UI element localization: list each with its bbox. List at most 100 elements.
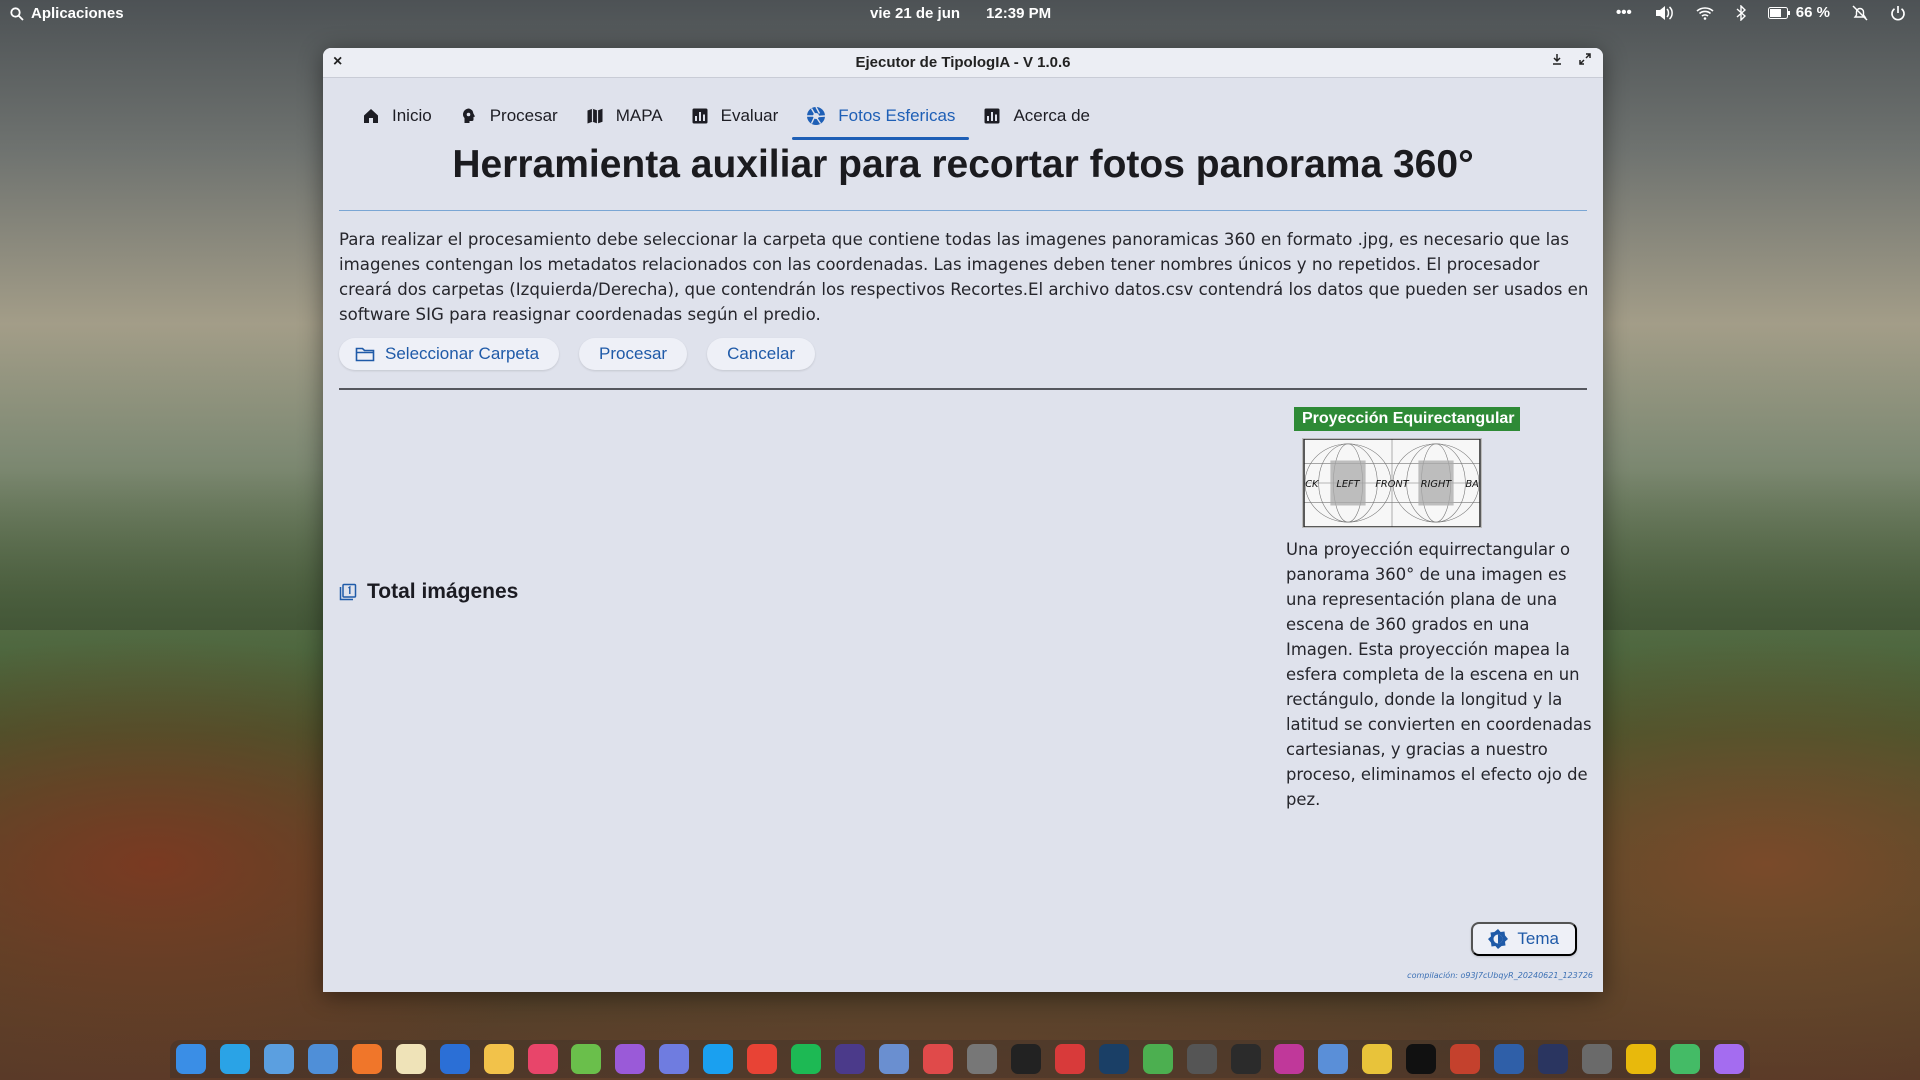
system-tray[interactable]: ••• 66 % bbox=[1616, 4, 1906, 21]
volume-icon[interactable] bbox=[1654, 5, 1674, 21]
page-title: Herramienta auxiliar para recortar fotos… bbox=[452, 143, 1474, 186]
power-icon[interactable] bbox=[1890, 5, 1906, 21]
dock-app-icon[interactable] bbox=[659, 1044, 690, 1074]
process-button[interactable]: Procesar bbox=[579, 338, 688, 370]
divider bbox=[339, 210, 1587, 211]
main-tabs: Inicio Procesar MAPA Evaluar Fotos Esfer… bbox=[348, 92, 1104, 140]
dock-app-icon[interactable] bbox=[835, 1044, 866, 1074]
tab-label: Procesar bbox=[489, 106, 558, 125]
brain-icon bbox=[462, 108, 475, 123]
total-images-label: Total imágenes bbox=[367, 580, 519, 603]
map-icon bbox=[587, 108, 603, 124]
instructions-text: Para realizar el procesamiento debe sele… bbox=[339, 230, 1589, 324]
dock-app-icon[interactable] bbox=[1054, 1044, 1085, 1074]
dock-app-icon[interactable] bbox=[703, 1044, 734, 1074]
proj-label-left: LEFT bbox=[1336, 479, 1360, 490]
aperture-icon bbox=[807, 106, 826, 125]
dock-app-icon[interactable] bbox=[1274, 1044, 1305, 1074]
theme-icon bbox=[1488, 929, 1509, 949]
tab-label: Inicio bbox=[392, 106, 432, 125]
dock-app-icon[interactable] bbox=[219, 1044, 250, 1074]
dock-app-icon[interactable] bbox=[1713, 1044, 1744, 1074]
battery-indicator[interactable]: 66 % bbox=[1767, 4, 1830, 21]
chart-icon bbox=[692, 108, 708, 124]
equirectangular-diagram: CK LEFT FRONT RIGHT BA bbox=[1302, 438, 1482, 528]
dock-app-icon[interactable] bbox=[1538, 1044, 1569, 1074]
tab-acerca-de[interactable]: Acerca de bbox=[969, 92, 1104, 140]
dock bbox=[170, 1040, 1750, 1078]
wifi-icon[interactable] bbox=[1696, 6, 1714, 20]
select-folder-label: Seleccionar Carpeta bbox=[385, 344, 540, 363]
dock-app-icon[interactable] bbox=[1098, 1044, 1129, 1074]
dock-app-icon[interactable] bbox=[1669, 1044, 1700, 1074]
maximize-icon[interactable] bbox=[1579, 53, 1591, 65]
dock-app-icon[interactable] bbox=[1625, 1044, 1656, 1074]
date-label: vie 21 de jun bbox=[870, 5, 961, 22]
app-window: × Ejecutor de TipologIA - V 1.0.6 Inicio… bbox=[323, 48, 1603, 992]
dock-app-icon[interactable] bbox=[791, 1044, 822, 1074]
dock-app-icon[interactable] bbox=[483, 1044, 514, 1074]
dock-app-icon[interactable] bbox=[307, 1044, 338, 1074]
dock-app-icon[interactable] bbox=[1494, 1044, 1525, 1074]
dock-app-icon[interactable] bbox=[879, 1044, 909, 1074]
build-label: compilación: o93J7cUbqyR_20240621_123726 bbox=[1407, 971, 1593, 980]
dock-app-icon[interactable] bbox=[966, 1044, 997, 1074]
window-titlebar[interactable]: × Ejecutor de TipologIA - V 1.0.6 bbox=[323, 48, 1603, 78]
dock-app-icon[interactable] bbox=[922, 1044, 953, 1074]
dock-app-icon[interactable] bbox=[439, 1044, 470, 1074]
tab-procesar[interactable]: Procesar bbox=[446, 92, 572, 140]
tab-evaluar[interactable]: Evaluar bbox=[677, 92, 793, 140]
dock-app-icon[interactable] bbox=[1582, 1044, 1612, 1074]
battery-percent: 66 % bbox=[1795, 4, 1830, 21]
home-icon bbox=[364, 109, 378, 123]
notifications-off-icon[interactable] bbox=[1852, 4, 1868, 21]
dock-app-icon[interactable] bbox=[1406, 1044, 1437, 1074]
dock-app-icon[interactable] bbox=[263, 1044, 294, 1074]
projection-description: Una proyección equirrectangular o panora… bbox=[1286, 540, 1592, 809]
dock-app-icon[interactable] bbox=[1186, 1044, 1217, 1074]
dock-app-icon[interactable] bbox=[1010, 1044, 1041, 1074]
dock-app-icon[interactable] bbox=[1142, 1044, 1173, 1074]
dock-app-icon[interactable] bbox=[1318, 1044, 1349, 1074]
total-images: Total imágenes bbox=[339, 580, 518, 604]
collection-icon bbox=[339, 583, 357, 601]
proj-label-back-left: CK bbox=[1305, 479, 1320, 490]
battery-icon bbox=[1767, 6, 1790, 19]
tab-label: Acerca de bbox=[1013, 106, 1090, 125]
proj-label-front: FRONT bbox=[1375, 479, 1409, 490]
dock-app-icon[interactable] bbox=[1450, 1044, 1481, 1074]
dock-app-icon[interactable] bbox=[527, 1044, 558, 1074]
dock-app-icon[interactable] bbox=[395, 1044, 426, 1074]
dock-app-icon[interactable] bbox=[351, 1044, 382, 1074]
projection-badge: Proyección Equirectangular bbox=[1294, 407, 1520, 431]
chart-icon bbox=[984, 108, 1000, 124]
dock-app-icon[interactable] bbox=[1230, 1044, 1261, 1074]
tab-mapa[interactable]: MAPA bbox=[572, 92, 677, 140]
search-icon bbox=[10, 6, 24, 21]
bluetooth-icon[interactable] bbox=[1736, 4, 1746, 21]
dock-app-icon[interactable] bbox=[571, 1044, 602, 1074]
close-icon[interactable]: × bbox=[333, 53, 342, 71]
dock-app-icon[interactable] bbox=[176, 1044, 206, 1074]
time-label: 12:39 PM bbox=[986, 5, 1052, 22]
clock[interactable]: vie 21 de jun 12:39 PM bbox=[870, 5, 1051, 22]
tab-fotos-esfericas[interactable]: Fotos Esfericas bbox=[792, 92, 970, 140]
dock-app-icon[interactable] bbox=[1362, 1044, 1393, 1074]
tab-label: Evaluar bbox=[720, 106, 779, 125]
more-icon[interactable]: ••• bbox=[1616, 4, 1632, 21]
applications-menu[interactable]: Aplicaciones bbox=[10, 5, 124, 22]
dock-app-icon[interactable] bbox=[747, 1044, 778, 1074]
folder-icon bbox=[355, 347, 375, 362]
cancel-button[interactable]: Cancelar bbox=[707, 338, 816, 370]
theme-button[interactable]: Tema bbox=[1471, 922, 1577, 956]
proj-label-back-right: BA bbox=[1465, 479, 1479, 490]
tab-inicio[interactable]: Inicio bbox=[348, 92, 446, 140]
tab-label: Fotos Esfericas bbox=[838, 106, 956, 125]
system-top-bar: Aplicaciones vie 21 de jun 12:39 PM ••• … bbox=[0, 0, 1920, 30]
dock-app-icon[interactable] bbox=[615, 1044, 646, 1074]
select-folder-button[interactable]: Seleccionar Carpeta bbox=[339, 338, 560, 370]
applications-label: Aplicaciones bbox=[31, 5, 124, 22]
theme-label: Tema bbox=[1517, 929, 1559, 948]
minimize-icon[interactable] bbox=[1551, 53, 1563, 65]
proj-label-right: RIGHT bbox=[1421, 479, 1453, 490]
